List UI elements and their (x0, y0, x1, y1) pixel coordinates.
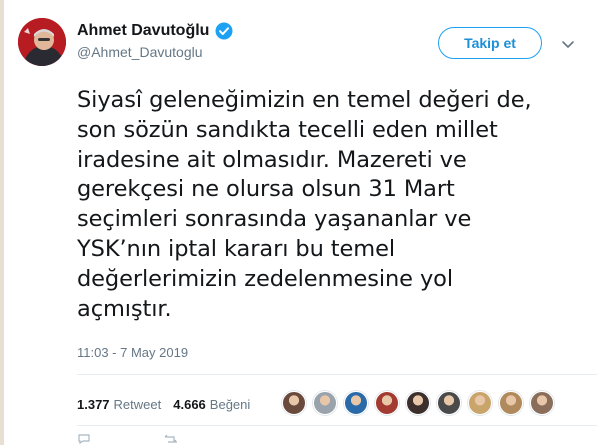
like-label[interactable]: Beğeni (210, 397, 250, 412)
stat-gap (161, 397, 173, 412)
avatar[interactable] (18, 18, 66, 66)
left-rule (0, 0, 4, 445)
user-handle[interactable]: @Ahmet_Davutoglu (77, 44, 203, 60)
retweet-label[interactable]: Retweet (114, 397, 162, 412)
liker-avatar[interactable] (282, 391, 306, 415)
avatar-photo (18, 18, 66, 66)
action-bar (77, 434, 179, 444)
timestamp[interactable]: 11:03 - 7 May 2019 (77, 345, 188, 360)
chevron-down-icon[interactable] (560, 36, 576, 52)
liker-avatars (282, 391, 561, 415)
liker-avatar[interactable] (468, 391, 492, 415)
liker-avatar[interactable] (375, 391, 399, 415)
tweet-text: Siyasî geleneğimizin en temel değeri de,… (77, 87, 532, 322)
liker-avatar[interactable] (344, 391, 368, 415)
verified-badge-icon (215, 22, 233, 40)
liker-avatar[interactable] (530, 391, 554, 415)
liker-avatar[interactable] (437, 391, 461, 415)
retweet-icon[interactable] (163, 434, 179, 444)
divider (77, 374, 597, 375)
display-name[interactable]: Ahmet Davutoğlu (77, 22, 233, 40)
tweet-stats: 1.377 Retweet 4.666 Beğeni (77, 397, 250, 412)
divider (77, 425, 597, 426)
liker-avatar[interactable] (499, 391, 523, 415)
reply-icon[interactable] (77, 434, 91, 444)
follow-button[interactable]: Takip et (438, 27, 542, 59)
liker-avatar[interactable] (406, 391, 430, 415)
retweet-count[interactable]: 1.377 (77, 397, 110, 412)
display-name-text: Ahmet Davutoğlu (77, 22, 210, 39)
like-count[interactable]: 4.666 (173, 397, 206, 412)
liker-avatar[interactable] (313, 391, 337, 415)
